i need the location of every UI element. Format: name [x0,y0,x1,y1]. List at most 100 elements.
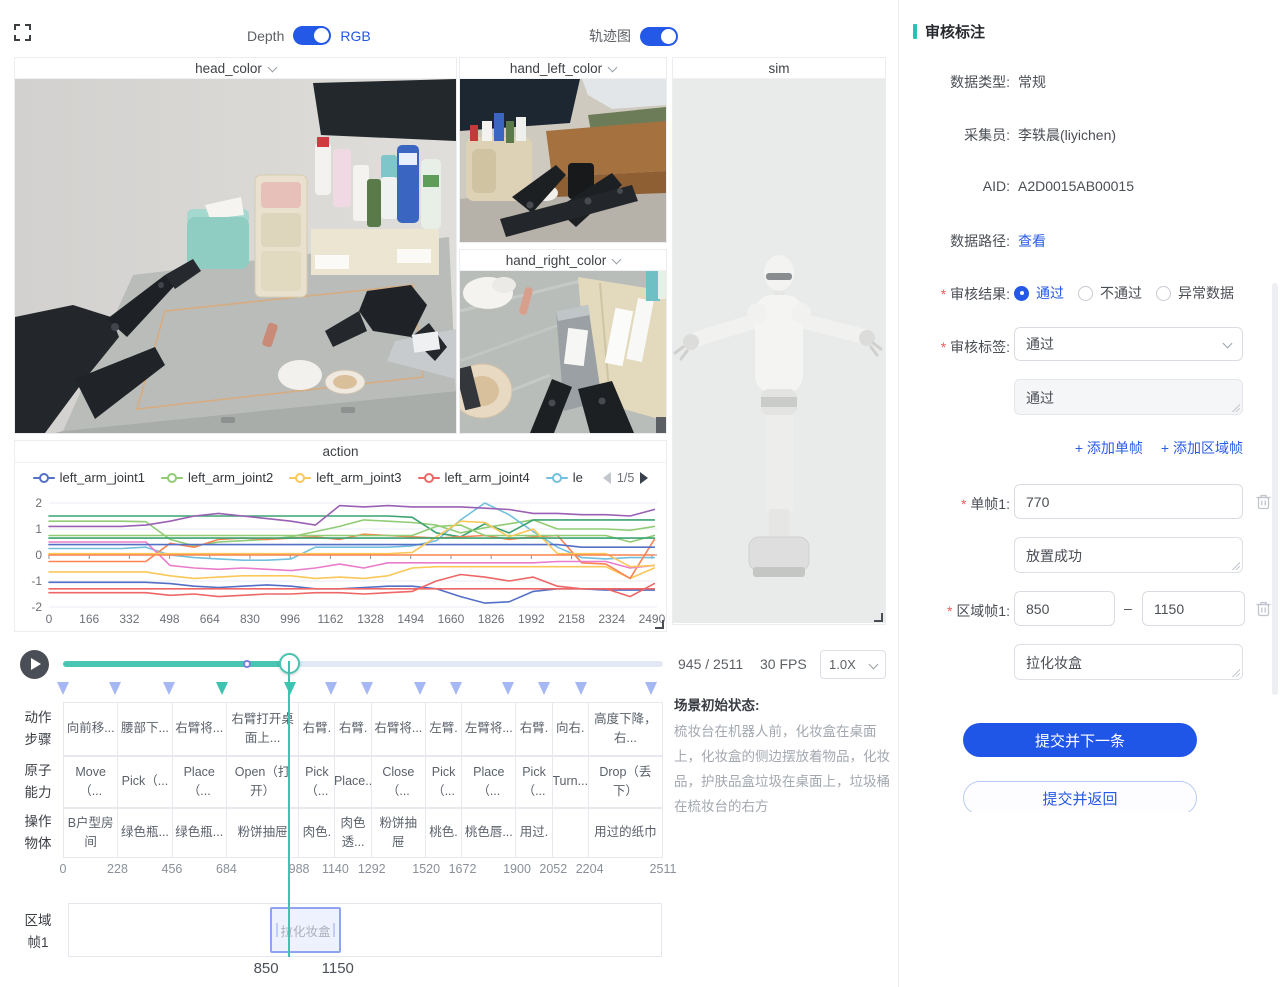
region-frame-block[interactable]: 拉化妆盒 [270,907,341,953]
table-cell[interactable]: 用过. [516,809,552,857]
delete-region-frame-icon[interactable] [1256,600,1271,617]
step-marker-icon[interactable] [538,682,550,695]
data-path-view-link[interactable]: 查看 [1018,231,1046,251]
play-button[interactable] [20,650,49,679]
table-cell[interactable]: 肉色. [299,809,335,857]
table-cell[interactable]: 左臂. [426,703,462,755]
fps-label: 30 FPS [760,656,807,672]
camera-title-hand-left[interactable]: hand_left_color [460,58,666,79]
step-marker-icon[interactable] [163,682,175,695]
resize-grip-icon[interactable] [1231,403,1240,412]
svg-text:996: 996 [280,612,300,626]
table-cell[interactable]: 高度下降，右... [589,703,662,755]
table-cell[interactable] [553,809,589,857]
legend-item[interactable]: left_arm_joint4 [418,470,530,485]
single-frame-input[interactable]: 770 [1014,484,1243,519]
scene-title: 场景初始状态: [674,694,892,714]
table-cell[interactable]: 腰部下... [118,703,172,755]
legend-prev-icon[interactable] [603,472,611,484]
legend-item[interactable]: left_arm_joint2 [161,470,273,485]
svg-text:2324: 2324 [598,612,625,626]
step-marker-icon[interactable] [361,682,373,695]
speed-select[interactable]: 1.0X [820,650,886,679]
region-grip-right[interactable] [333,923,335,937]
timeline-slider[interactable] [63,661,663,667]
table-cell[interactable]: 右臂. [516,703,552,755]
table-cell[interactable]: Pick（... [426,757,462,807]
delete-single-frame-icon[interactable] [1256,493,1271,510]
table-cell[interactable]: 左臂将... [462,703,516,755]
step-marker-icon[interactable] [109,682,121,695]
resize-handle[interactable] [874,613,883,622]
add-frame-links: + 添加单帧 + 添加区域帧 [1014,438,1243,458]
table-cell[interactable]: 桃色. [426,809,462,857]
step-marker-icon[interactable] [575,682,587,695]
submit-next-button[interactable]: 提交并下一条 [963,723,1197,757]
table-cell[interactable]: Drop（丢下） [589,757,662,807]
table-cell[interactable]: 用过的纸巾 [589,809,662,857]
resize-grip-icon[interactable] [1231,668,1240,677]
review-tag-select[interactable]: 通过 [1014,327,1243,361]
table-cell[interactable]: 右臂. [299,703,335,755]
review-scrollbar[interactable] [1272,283,1278,695]
fullscreen-icon[interactable] [14,24,31,41]
table-cell[interactable]: Move（... [64,757,118,807]
resize-grip-icon[interactable] [1231,561,1240,570]
table-cell[interactable]: 肉色透... [335,809,371,857]
step-marker-icon[interactable] [645,682,657,695]
table-cell[interactable]: Place（... [173,757,227,807]
region-marker-icon[interactable] [216,682,228,695]
result-radio-0[interactable]: 通过 [1014,283,1064,303]
svg-text:-1: -1 [31,574,42,588]
region-grip-left[interactable] [276,923,278,937]
table-cell[interactable]: Place.. [335,757,371,807]
add-region-frame-link[interactable]: + 添加区域帧 [1161,438,1243,458]
table-cell[interactable]: B户型房间 [64,809,118,857]
submit-return-button[interactable]: 提交并返回 [963,781,1197,815]
table-cell[interactable]: 右臂. [335,703,371,755]
sim-panel: sim [672,57,886,625]
step-marker-icon[interactable] [57,682,69,695]
single-frame-note[interactable]: 放置成功 [1014,537,1243,573]
single-frame-label: 单帧1: [900,494,1010,514]
review-tag-note[interactable]: 通过 [1014,379,1243,415]
add-single-frame-link[interactable]: + 添加单帧 [1075,438,1143,458]
table-cell[interactable]: 桃色唇... [462,809,516,857]
table-cell[interactable]: Pick（... [118,757,172,807]
table-cell[interactable]: 绿色瓶... [118,809,172,857]
table-cell[interactable]: 向前移... [64,703,118,755]
legend-item[interactable]: le [546,470,583,485]
resize-handle[interactable] [655,620,664,629]
trajectory-label: 轨迹图 [589,26,631,46]
single-frame-dot[interactable] [243,660,251,668]
table-cell[interactable]: Pick（... [516,757,552,807]
camera-title-head[interactable]: head_color [15,58,456,79]
table-cell[interactable]: 粉饼抽屉 [372,809,426,857]
legend-next-icon[interactable] [640,472,648,484]
depth-rgb-switch[interactable] [293,26,331,45]
table-cell[interactable]: Pick（... [299,757,335,807]
trajectory-switch[interactable] [640,27,678,46]
region-marker-icon[interactable] [284,682,296,695]
radio-dot-icon [1156,286,1171,301]
result-radio-1[interactable]: 不通过 [1078,283,1142,303]
camera-title-hand-right[interactable]: hand_right_color [460,250,666,271]
region-end-input[interactable]: 1150 [1142,591,1245,626]
step-marker-icon[interactable] [450,682,462,695]
table-cell[interactable]: 右臂将... [372,703,426,755]
result-radio-2[interactable]: 异常数据 [1156,283,1234,303]
step-marker-icon[interactable] [325,682,337,695]
table-cell[interactable]: Close（... [372,757,426,807]
region-start-input[interactable]: 850 [1014,591,1115,626]
step-marker-icon[interactable] [414,682,426,695]
step-marker-icon[interactable] [502,682,514,695]
legend-item[interactable]: left_arm_joint1 [33,470,145,485]
table-cell[interactable]: 绿色瓶... [173,809,227,857]
table-cell[interactable]: 右臂将... [173,703,227,755]
table-cell[interactable]: Place（... [462,757,516,807]
region-frame-note[interactable]: 拉化妆盒 [1014,644,1243,680]
legend-item[interactable]: left_arm_joint3 [289,470,401,485]
table-cell[interactable]: Turn... [553,757,589,807]
table-cell[interactable]: 向右. [553,703,589,755]
speed-value: 1.0X [829,657,856,672]
